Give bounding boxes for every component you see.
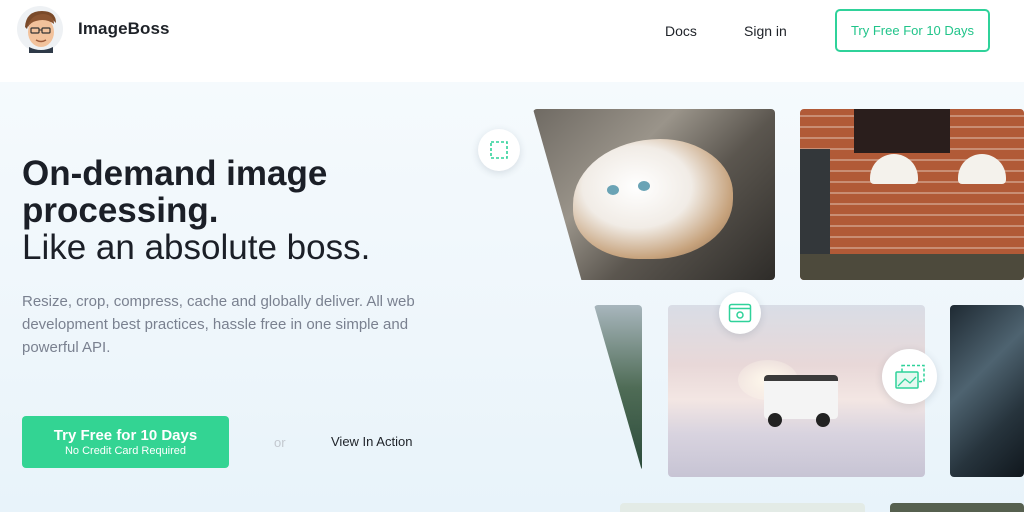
hero-try-free-label: Try Free for 10 Days xyxy=(53,427,198,444)
partial-photo-bottom-2 xyxy=(890,503,1024,512)
nav-sign-in-link[interactable]: Sign in xyxy=(744,23,787,39)
view-in-action-link[interactable]: View In Action xyxy=(331,434,412,449)
hero-title-light: Like an absolute boss. xyxy=(22,228,371,267)
nav-docs-link[interactable]: Docs xyxy=(665,23,697,39)
brand-name[interactable]: ImageBoss xyxy=(78,19,170,39)
avatar-logo-icon[interactable] xyxy=(16,5,64,53)
hero-title-strong: On-demand image processing. xyxy=(22,154,328,230)
partial-photo-bottom-1 xyxy=(620,503,865,512)
header-try-free-button[interactable]: Try Free For 10 Days xyxy=(835,9,990,52)
hero-try-free-button[interactable]: Try Free for 10 Days No Credit Card Requ… xyxy=(22,416,229,468)
hero-description: Resize, crop, compress, cache and global… xyxy=(22,293,415,356)
image-resize-icon xyxy=(882,349,937,404)
site-header: ImageBoss Docs Sign in Try Free For 10 D… xyxy=(0,0,1024,62)
aerial-city-photo xyxy=(950,305,1024,477)
hero-title: On-demand image processing. Like an abso… xyxy=(22,155,462,266)
hero-try-free-sublabel: No Credit Card Required xyxy=(64,445,187,457)
dining-room-photo xyxy=(800,109,1024,280)
browser-settings-icon xyxy=(719,292,761,334)
crop-icon xyxy=(478,129,520,171)
or-separator: or xyxy=(274,435,286,450)
